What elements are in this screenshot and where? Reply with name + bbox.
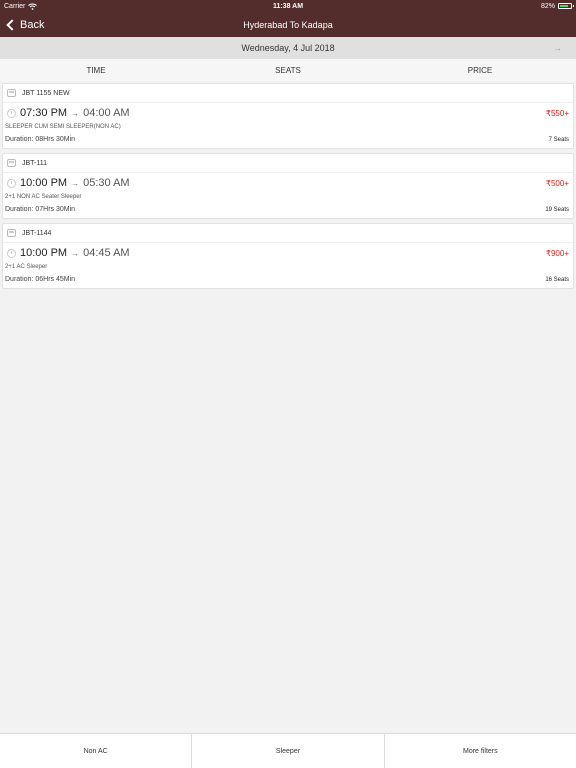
battery-level — [560, 5, 569, 7]
duration: Duration: 07Hrs 30Min — [5, 206, 76, 213]
page-title: Hyderabad To Kadapa — [243, 19, 333, 30]
arrival-time: 04:00 AM — [83, 107, 130, 119]
time-row: 07:30 PM → 04:00 AM — [7, 107, 130, 119]
departure-time: 07:30 PM — [20, 107, 68, 119]
sort-bar: TIME SEATS PRICE — [0, 59, 576, 81]
bus-name: JBT 1155 NEW — [22, 89, 70, 97]
clock-icon — [7, 248, 16, 258]
bus-name: JBT-1144 — [22, 229, 52, 237]
bus-card-header: JBT-1144 — [3, 224, 573, 243]
bus-icon — [7, 159, 16, 167]
wifi-icon — [28, 3, 38, 10]
arrow-right-icon: → — [71, 178, 80, 188]
price: ₹900+ — [545, 249, 569, 258]
bus-card-header: JBT 1155 NEW — [3, 84, 573, 103]
bus-type: 2+1 NON AC Seater Sleeper — [5, 194, 82, 200]
clock-icon — [7, 108, 16, 118]
more-filters-button[interactable]: More filters — [385, 734, 576, 768]
bus-list: JBT 1155 NEW 07:30 PM → 04:00 AM SLEEPER… — [2, 83, 574, 293]
bus-card[interactable]: JBT-1144 10:00 PM → 04:45 AM 2+1 AC Slee… — [2, 223, 574, 289]
bus-card-header: JBT-111 — [3, 154, 573, 173]
time-row: 10:00 PM → 05:30 AM — [7, 177, 130, 189]
price: ₹500+ — [545, 179, 569, 188]
seats-available: 19 Seats — [545, 207, 569, 213]
arrival-time: 05:30 AM — [83, 177, 130, 189]
battery-icon — [558, 3, 574, 9]
sleeper-filter-button[interactable]: Sleeper — [192, 734, 385, 768]
sort-by-time[interactable]: TIME — [0, 66, 192, 75]
non-ac-filter-button[interactable]: Non AC — [0, 734, 193, 768]
bus-card[interactable]: JBT 1155 NEW 07:30 PM → 04:00 AM SLEEPER… — [2, 83, 574, 149]
duration: Duration: 08Hrs 30Min — [5, 136, 76, 143]
bus-icon — [7, 229, 16, 237]
filter-bar: Non AC Sleeper More filters — [0, 733, 576, 768]
bus-name: JBT-111 — [22, 159, 48, 167]
next-date-button[interactable]: → — [553, 37, 562, 59]
status-time: 11:38 AM — [272, 2, 304, 10]
carrier-label: Carrier — [4, 2, 26, 10]
bus-card[interactable]: JBT-111 10:00 PM → 05:30 AM 2+1 NON AC S… — [2, 153, 574, 219]
arrow-right-icon: → — [71, 108, 80, 118]
departure-time: 10:00 PM — [20, 177, 68, 189]
price: ₹550+ — [545, 109, 569, 118]
arrival-time: 04:45 AM — [83, 247, 130, 259]
duration: Duration: 06Hrs 45Min — [5, 276, 76, 283]
time-row: 10:00 PM → 04:45 AM — [7, 247, 130, 259]
sort-by-price[interactable]: PRICE — [384, 66, 576, 75]
arrow-right-icon: → — [71, 248, 80, 258]
seats-available: 7 Seats — [548, 137, 569, 143]
status-bar: Carrier 11:38 AM 82% — [0, 0, 576, 12]
navigation-bar: Back Hyderabad To Kadapa — [0, 12, 576, 37]
bus-icon — [7, 89, 16, 97]
date-bar: Wednesday, 4 Jul 2018 → — [0, 37, 576, 59]
departure-time: 10:00 PM — [20, 247, 68, 259]
battery-percent: 82% — [540, 2, 555, 10]
clock-icon — [7, 178, 16, 188]
bus-type: 2+1 AC Sleeper — [5, 264, 48, 270]
journey-date: Wednesday, 4 Jul 2018 — [241, 43, 335, 53]
bus-type: SLEEPER CUM SEMI SLEEPER(NON AC) — [5, 124, 121, 130]
seats-available: 16 Seats — [545, 277, 569, 283]
arrow-right-icon: → — [553, 43, 562, 53]
sort-by-seats[interactable]: SEATS — [192, 66, 384, 75]
